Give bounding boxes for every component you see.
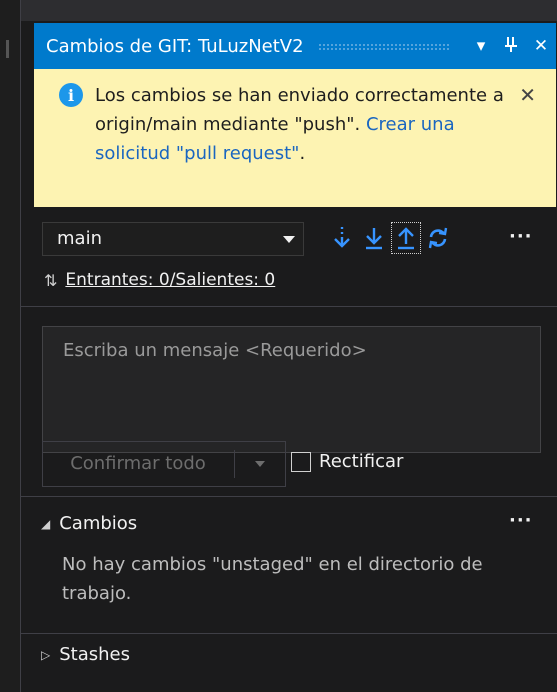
- close-icon[interactable]: ✕: [526, 36, 556, 56]
- branch-name: main: [57, 228, 102, 249]
- divider: [21, 306, 557, 307]
- chevron-down-icon: [283, 236, 295, 243]
- changes-title: Cambios: [59, 513, 138, 534]
- stashes-title: Stashes: [59, 644, 130, 665]
- pin-icon[interactable]: [496, 36, 526, 57]
- tool-window-titlebar[interactable]: Cambios de GIT: TuLuzNetV2 ▾ ✕: [34, 23, 556, 69]
- sync-icon[interactable]: [423, 222, 453, 254]
- commit-all-label: Confirmar todo: [70, 453, 206, 474]
- pull-icon[interactable]: [359, 222, 389, 254]
- changes-more-icon[interactable]: ···: [509, 510, 533, 531]
- divider: [21, 496, 557, 497]
- expand-triangle-icon: ◢: [41, 516, 51, 531]
- no-changes-message: No hay cambios "unstaged" en el director…: [62, 554, 483, 604]
- push-icon[interactable]: [391, 222, 421, 254]
- window-title: Cambios de GIT: TuLuzNetV2: [46, 35, 304, 57]
- sync-status: ⇅ Entrantes: 0/Salientes: 0: [44, 270, 275, 290]
- checkbox-icon[interactable]: [291, 451, 311, 472]
- stashes-section-header[interactable]: ▷ Stashes: [41, 644, 130, 665]
- more-icon[interactable]: ···: [509, 226, 533, 247]
- panel-top-strip: [21, 0, 557, 21]
- commit-all-button[interactable]: Confirmar todo: [42, 441, 286, 487]
- info-close-icon[interactable]: ✕: [519, 83, 536, 107]
- fetch-icon[interactable]: [327, 222, 357, 254]
- changes-section-header[interactable]: ◢ Cambios: [41, 513, 137, 534]
- info-bar: i Los cambios se han enviado correctamen…: [34, 69, 556, 207]
- amend-checkbox[interactable]: Rectificar: [291, 451, 403, 472]
- info-message-end: .: [299, 143, 306, 164]
- dropdown-icon[interactable]: ▾: [466, 36, 496, 56]
- amend-label: Rectificar: [319, 451, 404, 472]
- divider: [21, 633, 557, 634]
- sync-arrows-icon: ⇅: [44, 270, 58, 290]
- branch-dropdown[interactable]: main: [42, 222, 304, 256]
- splitter-handle[interactable]: [6, 40, 9, 58]
- git-changes-panel: Cambios de GIT: TuLuzNetV2 ▾ ✕ i Los cam…: [20, 0, 557, 692]
- commit-message-placeholder: Escriba un mensaje <Requerido>: [63, 340, 367, 361]
- commit-message-input[interactable]: Escriba un mensaje <Requerido>: [42, 326, 541, 453]
- split-divider: [234, 450, 235, 478]
- title-grip[interactable]: [317, 42, 450, 50]
- commit-options-chevron-icon[interactable]: [255, 461, 265, 467]
- collapse-triangle-icon: ▷: [41, 647, 51, 662]
- info-message: Los cambios se han enviado correctamente…: [95, 81, 515, 168]
- editor-edge: [0, 0, 20, 692]
- info-icon: i: [59, 83, 83, 107]
- incoming-outgoing-link[interactable]: Entrantes: 0/Salientes: 0: [65, 270, 275, 290]
